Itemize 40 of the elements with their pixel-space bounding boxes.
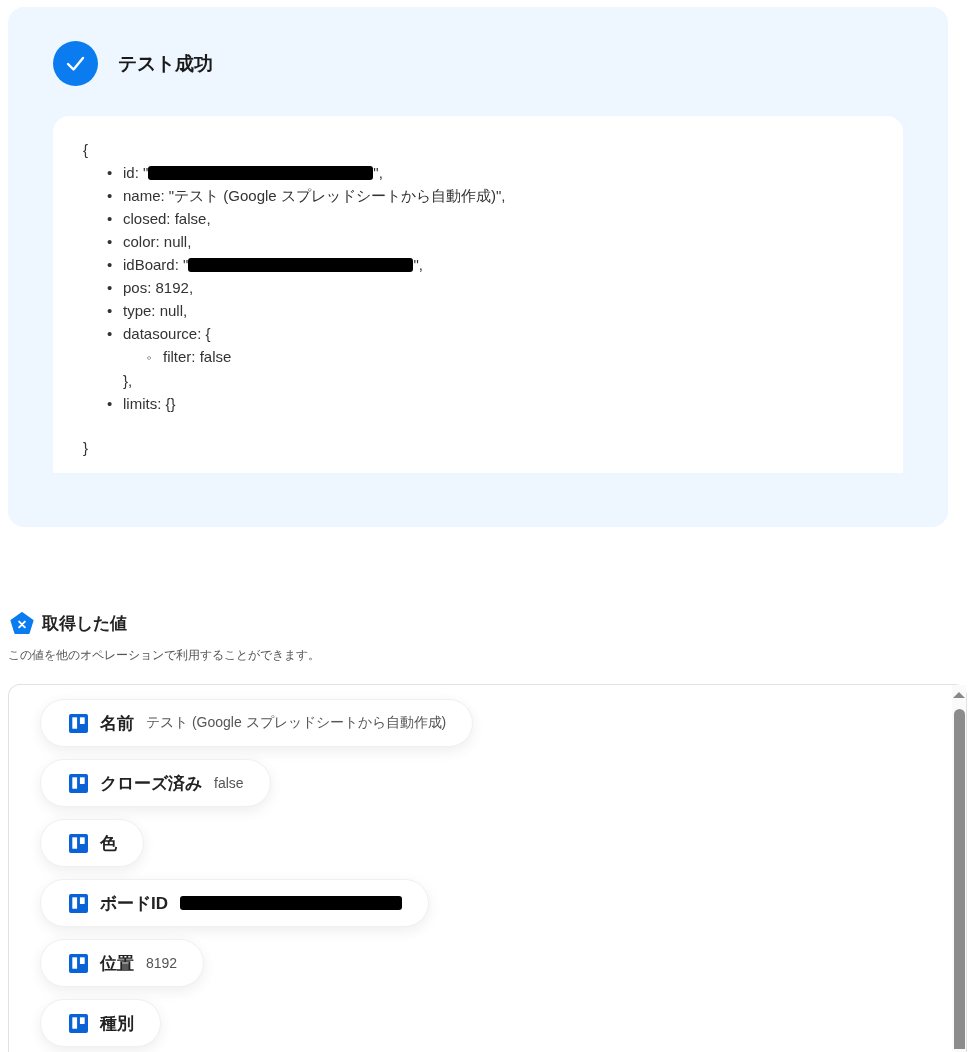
bullet: • — [107, 278, 114, 298]
json-line: filter: false — [163, 347, 232, 367]
value-chip[interactable]: ボードID — [40, 879, 429, 927]
bullet: • — [107, 394, 114, 414]
value-chip[interactable]: 種別 — [40, 999, 161, 1047]
bullet: • — [107, 232, 114, 252]
value-chip[interactable]: 色 — [40, 819, 144, 867]
bullet: • — [107, 163, 114, 183]
section-description: この値を他のオペレーションで利用することができます。 — [8, 647, 321, 664]
section-title: 取得した値 — [42, 613, 127, 635]
json-line: name: "テスト (Google スプレッドシートから自動作成)", — [123, 186, 506, 206]
board-icon — [69, 773, 88, 793]
board-icon — [69, 713, 88, 733]
bullet: • — [107, 324, 114, 344]
json-line: id: " ", — [123, 163, 383, 183]
bullet: • — [107, 209, 114, 229]
value-chip[interactable]: 名前 テスト (Google スプレッドシートから自動作成) — [40, 699, 474, 747]
json-brace: } — [83, 438, 89, 458]
json-line: closed: false, — [123, 209, 211, 229]
json-line: type: null, — [123, 301, 188, 321]
json-line: pos: 8192, — [123, 278, 194, 298]
value-chip[interactable]: 位置 8192 — [40, 939, 205, 987]
bullet: • — [107, 255, 114, 275]
json-line: datasource: { — [123, 324, 211, 344]
json-line: limits: {} — [123, 394, 176, 414]
bullet: • — [107, 301, 114, 321]
bullet: • — [107, 186, 114, 206]
board-icon — [69, 1013, 88, 1033]
json-line: }, — [122, 371, 133, 391]
bullet: ◦ — [147, 349, 153, 367]
json-brace: { — [83, 140, 89, 160]
board-icon — [69, 893, 88, 913]
scrollbar[interactable] — [952, 685, 966, 1052]
variable-icon — [10, 612, 34, 635]
value-chip[interactable]: クローズ済み false — [40, 759, 271, 807]
board-icon — [69, 953, 88, 973]
json-line: idBoard: " ", — [123, 255, 423, 275]
board-icon — [69, 833, 88, 853]
result-title: テスト成功 — [118, 51, 213, 76]
json-line: color: null, — [123, 232, 192, 252]
